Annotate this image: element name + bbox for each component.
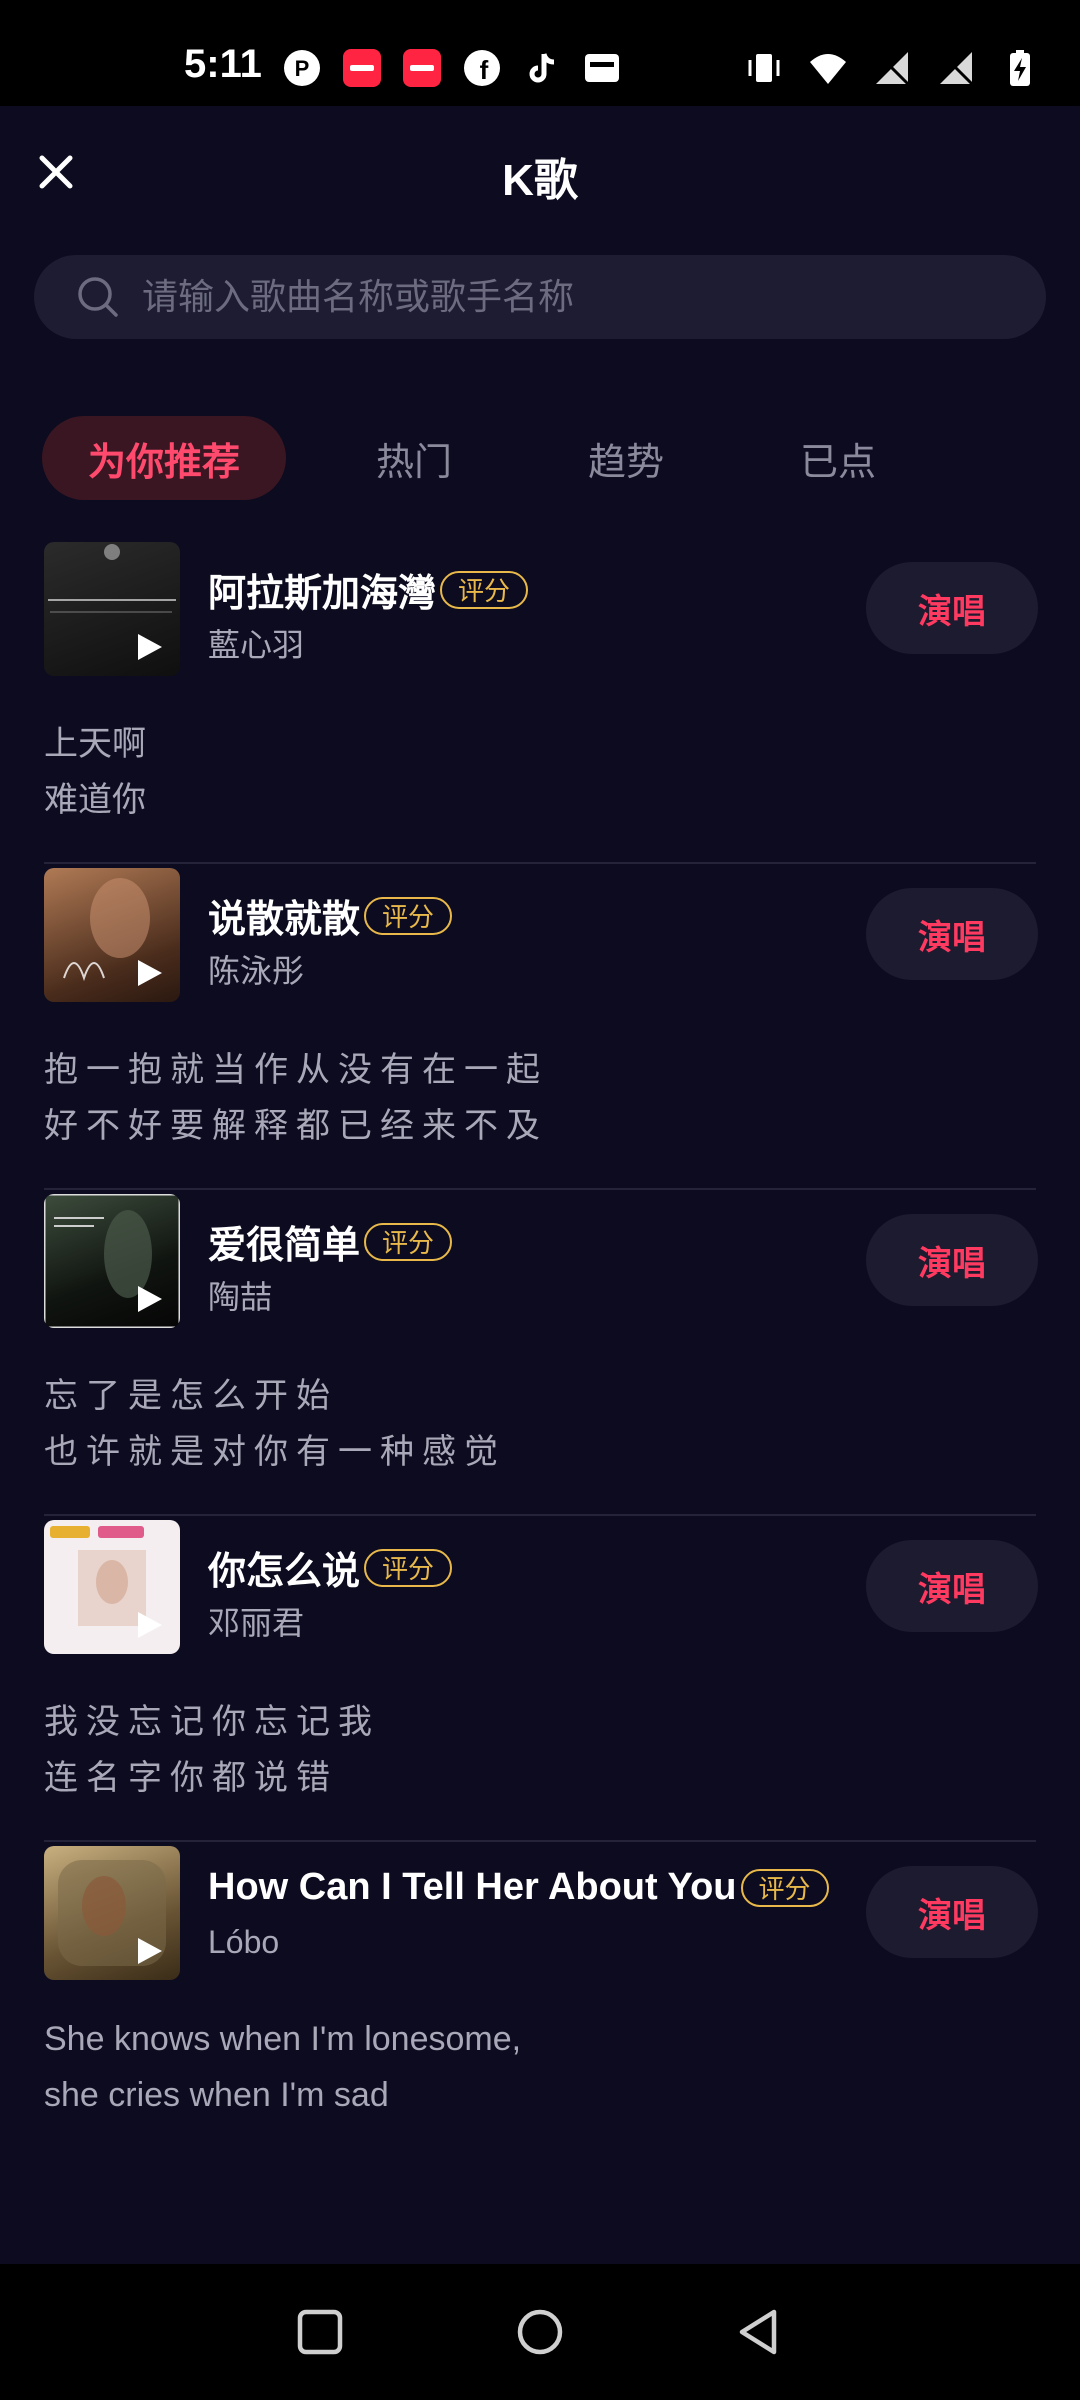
header: K歌: [0, 106, 1080, 236]
album-cover[interactable]: [44, 1846, 180, 1980]
tab-hot[interactable]: 热门: [330, 416, 498, 500]
tab-trending[interactable]: 趋势: [542, 416, 710, 500]
tab-requested[interactable]: 已点: [754, 416, 922, 500]
xiaohongshu-icon: [342, 48, 382, 88]
lyric-line: 我没忘记你忘记我: [44, 1703, 380, 1741]
facebook-icon: f: [462, 48, 502, 88]
notification-icons: P f: [282, 48, 622, 88]
wifi-icon: [808, 48, 848, 88]
score-badge: 评分: [740, 1868, 829, 1907]
circle-icon: [517, 2309, 563, 2355]
song-artist: Lóbo: [208, 1924, 280, 1960]
wallet-icon: [582, 48, 622, 88]
sing-button[interactable]: 演唱: [866, 888, 1038, 980]
battery-charging-icon: [1000, 48, 1040, 88]
song-artist: 陶喆: [208, 1279, 273, 1315]
sing-button[interactable]: 演唱: [866, 1866, 1038, 1958]
song-artist: 邓丽君: [208, 1605, 305, 1641]
album-cover[interactable]: [44, 542, 180, 676]
song-title: 你怎么说: [208, 1551, 361, 1593]
song-item[interactable]: 爱很简单 评分 陶喆 演唱 忘了是怎么开始 也许就是对你有一种感觉: [0, 1190, 1080, 1516]
song-item[interactable]: 说散就散 评分 陈泳彤 演唱 抱一抱就当作从没有在一起 好不好要解释都已经来不及: [0, 864, 1080, 1190]
score-badge: 评分: [364, 1548, 453, 1587]
p-app-icon: P: [282, 48, 322, 88]
recents-button[interactable]: [292, 2304, 348, 2360]
lyric-line: She knows when I'm lonesome,: [44, 2020, 522, 2058]
system-icons: [744, 48, 1040, 88]
search-icon: [78, 277, 118, 317]
song-artist: 陈泳彤: [208, 953, 305, 989]
song-item[interactable]: 阿拉斯加海灣 评分 藍心羽 演唱 上天啊 难道你: [0, 538, 1080, 864]
play-icon: [138, 1612, 162, 1638]
song-list: 阿拉斯加海灣 评分 藍心羽 演唱 上天啊 难道你 说散就散 评分 陈泳彤 演唱 …: [0, 538, 1080, 2168]
score-badge: 评分: [364, 896, 453, 935]
lyric-line: 也许就是对你有一种感觉: [44, 1433, 506, 1471]
play-icon: [138, 960, 162, 986]
lyric-line: 忘了是怎么开始: [44, 1377, 338, 1415]
lyric-line: 抱一抱就当作从没有在一起: [44, 1051, 548, 1089]
lyric-line: 好不好要解释都已经来不及: [44, 1107, 548, 1145]
play-icon: [138, 1938, 162, 1964]
tiktok-icon: [522, 48, 562, 88]
page-title: K歌: [502, 156, 578, 205]
navigation-bar: [0, 2264, 1080, 2400]
song-item[interactable]: 你怎么说 评分 邓丽君 演唱 我没忘记你忘记我 连名字你都说错: [0, 1516, 1080, 1842]
score-badge: 评分: [440, 570, 529, 609]
song-title: 阿拉斯加海灣: [208, 573, 437, 615]
lyric-line: she cries when I'm sad: [44, 2076, 389, 2114]
square-icon: [297, 2309, 343, 2355]
play-icon: [138, 1286, 162, 1312]
album-cover[interactable]: [44, 1194, 180, 1328]
triangle-back-icon: [739, 2309, 777, 2355]
back-button[interactable]: [732, 2304, 788, 2360]
status-time: 5:11: [184, 42, 262, 86]
xiaohongshu-icon: [402, 48, 442, 88]
search-input[interactable]: [140, 267, 1046, 327]
tab-recommended[interactable]: 为你推荐: [42, 416, 287, 500]
tab-bar: 为你推荐 热门 趋势 已点: [42, 416, 966, 500]
album-cover[interactable]: [44, 868, 180, 1002]
svg-text:P: P: [295, 56, 310, 81]
search-bar[interactable]: [34, 255, 1046, 339]
album-cover[interactable]: [44, 1520, 180, 1654]
signal-icon: [872, 48, 912, 88]
signal-icon: [936, 48, 976, 88]
svg-text:f: f: [480, 55, 489, 85]
vibrate-icon: [744, 48, 784, 88]
score-badge: 评分: [364, 1222, 453, 1261]
sing-button[interactable]: 演唱: [866, 1540, 1038, 1632]
song-item[interactable]: How Can I Tell Her About You 评分 Lóbo 演唱 …: [0, 1842, 1080, 2168]
song-artist: 藍心羽: [208, 627, 305, 663]
song-title: How Can I Tell Her About You: [208, 1866, 737, 1908]
sing-button[interactable]: 演唱: [866, 1214, 1038, 1306]
status-bar: 5:11 P f: [0, 0, 1080, 106]
song-title: 爱很简单: [208, 1225, 361, 1267]
lyric-line: 难道你: [44, 781, 146, 819]
home-button[interactable]: [512, 2304, 568, 2360]
lyric-line: 上天啊: [44, 725, 146, 763]
play-icon: [138, 634, 162, 660]
sing-button[interactable]: 演唱: [866, 562, 1038, 654]
song-title: 说散就散: [208, 899, 361, 941]
lyric-line: 连名字你都说错: [44, 1759, 338, 1797]
